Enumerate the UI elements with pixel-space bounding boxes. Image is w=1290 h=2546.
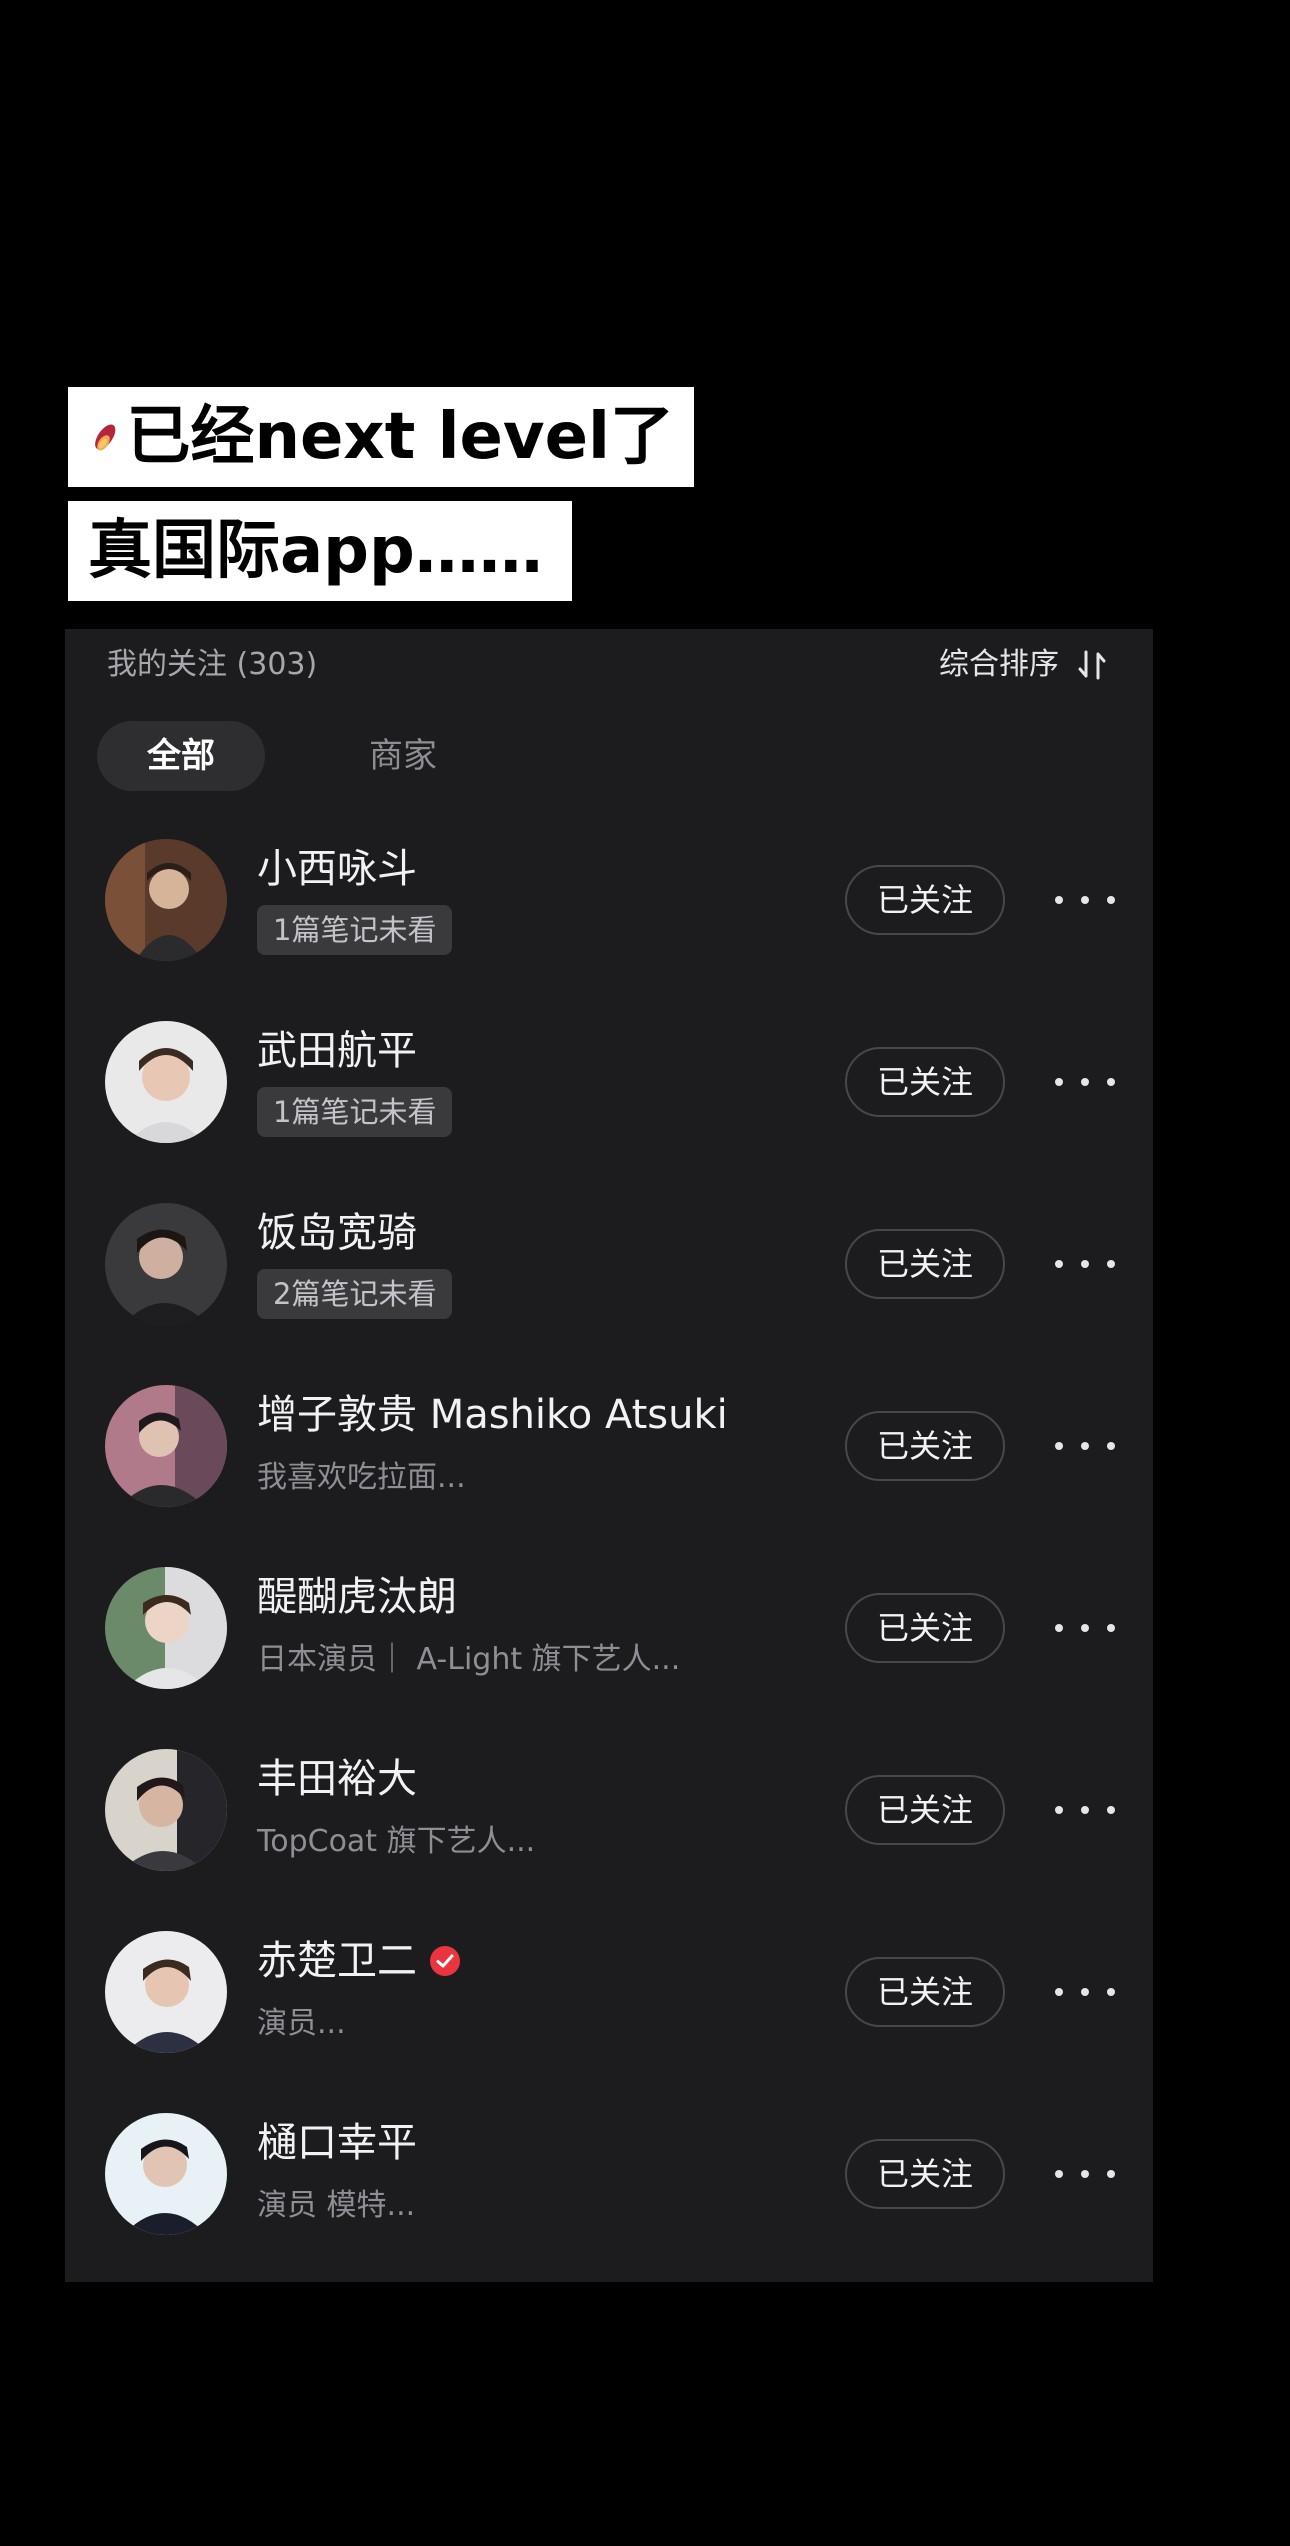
user-name[interactable]: 丰田裕大 [257, 1753, 417, 1805]
caption-line-2: 真国际app…… [68, 501, 572, 601]
avatar[interactable] [105, 1931, 227, 2053]
user-name[interactable]: 小西咏斗 [257, 843, 417, 895]
following-button[interactable]: 已关注 [845, 865, 1005, 935]
following-button[interactable]: 已关注 [845, 1411, 1005, 1481]
avatar[interactable] [105, 1203, 227, 1325]
following-button[interactable]: 已关注 [845, 2139, 1005, 2209]
verified-check-icon [430, 1946, 460, 1976]
more-dots-icon[interactable] [1055, 1421, 1115, 1471]
avatar[interactable] [105, 2113, 227, 2235]
following-button[interactable]: 已关注 [845, 1957, 1005, 2027]
sort-button[interactable]: 综合排序 [939, 637, 1109, 693]
unread-notes-chip: 1篇笔记未看 [257, 1087, 453, 1137]
user-name-text: 赤楚卫二 [257, 1938, 417, 1984]
user-bio: 日本演员｜ A-Light 旗下艺人... [257, 1642, 681, 1677]
avatar[interactable] [105, 839, 227, 961]
more-dots-icon[interactable] [1055, 1785, 1115, 1835]
sort-arrows-icon [1078, 650, 1106, 680]
avatar[interactable] [105, 1385, 227, 1507]
more-dots-icon[interactable] [1055, 875, 1115, 925]
user-row[interactable]: 饭岛宽骑 2篇笔记未看 已关注 [65, 1173, 1153, 1355]
user-name[interactable]: 饭岛宽骑 [257, 1207, 417, 1259]
user-name-text: 樋口幸平 [257, 2120, 417, 2166]
tab-all[interactable]: 全部 [97, 721, 265, 791]
sort-label: 综合排序 [939, 647, 1059, 682]
avatar[interactable] [105, 1749, 227, 1871]
user-row[interactable]: 赤楚卫二 演员... 已关注 [65, 1901, 1153, 2083]
user-name[interactable]: 赤楚卫二 [257, 1935, 461, 1987]
tab-merchant[interactable]: 商家 [333, 721, 473, 791]
more-dots-icon[interactable] [1055, 1057, 1115, 1107]
following-button[interactable]: 已关注 [845, 1593, 1005, 1663]
user-bio: TopCoat 旗下艺人... [257, 1824, 536, 1859]
user-name-text: 丰田裕大 [257, 1756, 417, 1802]
user-row[interactable]: 小西咏斗 1篇笔记未看 已关注 [65, 809, 1153, 991]
user-row[interactable]: 樋口幸平 演员 模特... 已关注 [65, 2083, 1153, 2265]
following-button[interactable]: 已关注 [845, 1229, 1005, 1299]
user-name-text: 饭岛宽骑 [257, 1210, 417, 1256]
user-name[interactable]: 增子敦贵 Mashiko Atsuki [257, 1389, 728, 1441]
user-bio: 演员 模特... [257, 2188, 416, 2223]
user-name-text: 小西咏斗 [257, 846, 417, 892]
more-dots-icon[interactable] [1055, 1239, 1115, 1289]
following-count-label: 我的关注 (303) [107, 647, 318, 682]
user-name[interactable]: 醍醐虎汰朗 [257, 1571, 457, 1623]
user-name[interactable]: 樋口幸平 [257, 2117, 417, 2169]
sweet-potato-icon [95, 424, 116, 451]
user-bio: 演员... [257, 2006, 346, 2041]
caption-line-1-text: 已经next level了 [126, 400, 674, 474]
user-name-text: 武田航平 [257, 1028, 417, 1074]
following-button[interactable]: 已关注 [845, 1775, 1005, 1845]
avatar[interactable] [105, 1567, 227, 1689]
user-row[interactable]: 武田航平 1篇笔记未看 已关注 [65, 991, 1153, 1173]
avatar[interactable] [105, 1021, 227, 1143]
more-dots-icon[interactable] [1055, 1967, 1115, 2017]
unread-notes-chip: 1篇笔记未看 [257, 905, 453, 955]
user-name-text: 醍醐虎汰朗 [257, 1574, 457, 1620]
caption-line-1: 已经next level了 [68, 387, 694, 487]
caption-line-2-text: 真国际app…… [88, 514, 543, 588]
following-button[interactable]: 已关注 [845, 1047, 1005, 1117]
user-name-text: 增子敦贵 Mashiko Atsuki [257, 1392, 728, 1438]
user-row[interactable]: 丰田裕大 TopCoat 旗下艺人... 已关注 [65, 1719, 1153, 1901]
more-dots-icon[interactable] [1055, 2149, 1115, 2199]
user-row[interactable]: 增子敦贵 Mashiko Atsuki 我喜欢吃拉面... 已关注 [65, 1355, 1153, 1537]
unread-notes-chip: 2篇笔记未看 [257, 1269, 453, 1319]
user-bio: 我喜欢吃拉面... [257, 1460, 466, 1495]
following-list-panel: 我的关注 (303) 综合排序 全部 商家 小西咏斗 1篇笔记未看 已关注 武田… [65, 629, 1153, 2282]
user-name[interactable]: 武田航平 [257, 1025, 417, 1077]
user-row[interactable]: 醍醐虎汰朗 日本演员｜ A-Light 旗下艺人... 已关注 [65, 1537, 1153, 1719]
more-dots-icon[interactable] [1055, 1603, 1115, 1653]
